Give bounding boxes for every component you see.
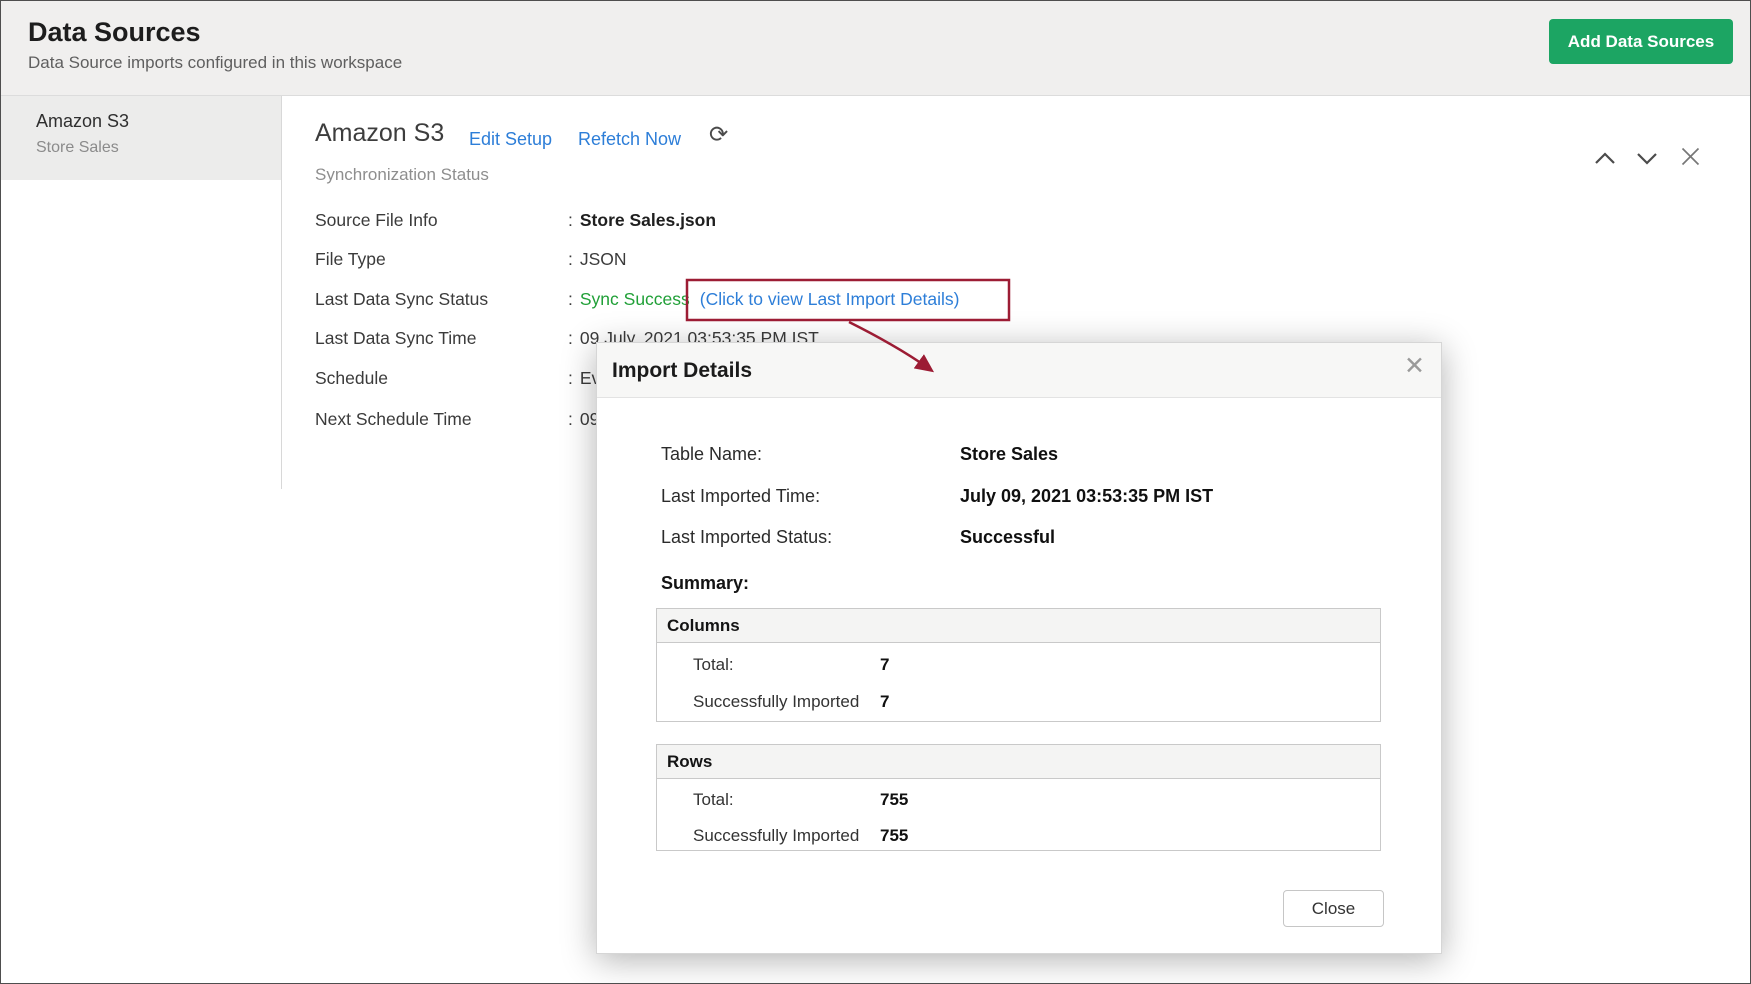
- detail-row-sync-status: Last Data Sync Status : Sync Success (Clic…: [1, 289, 1750, 315]
- sync-status-value: Sync Success: [580, 289, 690, 309]
- field-value: Successful: [960, 527, 1055, 548]
- page-title: Data Sources: [28, 17, 1750, 48]
- field-label: Table Name:: [661, 444, 762, 465]
- detail-value: :09: [568, 409, 599, 430]
- sync-status-heading: Synchronization Status: [315, 165, 489, 185]
- detail-value: : Sync Success (Click to view Last Import …: [568, 289, 959, 310]
- colon: :: [568, 409, 573, 429]
- chevron-down-icon: [1636, 152, 1658, 170]
- detail-label: Last Data Sync Status: [315, 289, 488, 310]
- dialog-titlebar: Import Details ✕: [597, 343, 1441, 398]
- imported-value: 7: [880, 692, 889, 712]
- field-value: Store Sales: [960, 444, 1058, 465]
- imported-label: Successfully Imported: [693, 692, 859, 712]
- colon: :: [568, 328, 573, 348]
- app-window: Data Sources Data Source imports configu…: [0, 0, 1751, 984]
- detail-label: Source File Info: [315, 210, 438, 231]
- field-label: Last Imported Time:: [661, 486, 820, 507]
- total-value: 755: [880, 790, 908, 810]
- add-data-sources-button[interactable]: Add Data Sources: [1549, 19, 1733, 64]
- imported-value: 755: [880, 826, 908, 846]
- next-datasource-button[interactable]: [1634, 149, 1660, 173]
- detail-label: Next Schedule Time: [315, 409, 472, 430]
- colon: :: [568, 210, 573, 230]
- panel-close-button[interactable]: [1677, 147, 1703, 171]
- dialog-close-button[interactable]: Close: [1283, 890, 1384, 927]
- field-label: Last Imported Status:: [661, 527, 832, 548]
- dialog-field-last-imported-time: Last Imported Time: July 09, 2021 03:53:…: [597, 486, 1441, 510]
- page-header: Data Sources Data Source imports configu…: [1, 1, 1750, 96]
- field-value: July 09, 2021 03:53:35 PM IST: [960, 486, 1213, 507]
- detail-label: File Type: [315, 249, 386, 270]
- edit-setup-link[interactable]: Edit Setup: [469, 129, 552, 150]
- detail-row-source-file: Source File Info :Store Sales.json: [1, 210, 1750, 236]
- total-value: 7: [880, 655, 889, 675]
- detail-label: Schedule: [315, 368, 388, 389]
- colon: :: [568, 249, 573, 269]
- dialog-close-icon[interactable]: ✕: [1404, 354, 1425, 379]
- datasource-title: Amazon S3: [315, 119, 444, 148]
- view-last-import-details-link[interactable]: (Click to view Last Import Details): [700, 289, 960, 309]
- refresh-icon[interactable]: ⟳: [709, 121, 728, 148]
- detail-label: Last Data Sync Time: [315, 328, 476, 349]
- detail-row-file-type: File Type :JSON: [1, 249, 1750, 275]
- colon: :: [568, 289, 573, 309]
- colon: :: [568, 368, 573, 388]
- dialog-title: Import Details: [612, 343, 752, 398]
- summary-box-title: Rows: [657, 745, 1380, 779]
- total-label: Total:: [693, 790, 734, 810]
- import-details-dialog: Import Details ✕ Table Name: Store Sales…: [596, 342, 1442, 954]
- columns-summary-box: Columns Total: 7 Successfully Imported 7: [656, 608, 1381, 722]
- sidebar-item-title: Amazon S3: [36, 111, 281, 132]
- imported-label: Successfully Imported: [693, 826, 859, 846]
- sidebar-item-amazon-s3[interactable]: Amazon S3 Store Sales: [1, 96, 281, 180]
- summary-box-title: Columns: [657, 609, 1380, 643]
- total-label: Total:: [693, 655, 734, 675]
- rows-summary-box: Rows Total: 755 Successfully Imported 75…: [656, 744, 1381, 851]
- chevron-up-icon: [1594, 152, 1616, 170]
- prev-datasource-button[interactable]: [1592, 149, 1618, 173]
- dialog-field-last-imported-status: Last Imported Status: Successful: [597, 527, 1441, 551]
- refetch-now-link[interactable]: Refetch Now: [578, 129, 681, 150]
- dialog-field-table-name: Table Name: Store Sales: [597, 444, 1441, 468]
- summary-heading: Summary:: [661, 573, 749, 594]
- detail-value: :Store Sales.json: [568, 210, 716, 231]
- sidebar-item-subtitle: Store Sales: [36, 139, 281, 157]
- detail-value: :JSON: [568, 249, 627, 270]
- close-icon: [1680, 146, 1701, 172]
- page-subtitle: Data Source imports configured in this w…: [28, 53, 1750, 73]
